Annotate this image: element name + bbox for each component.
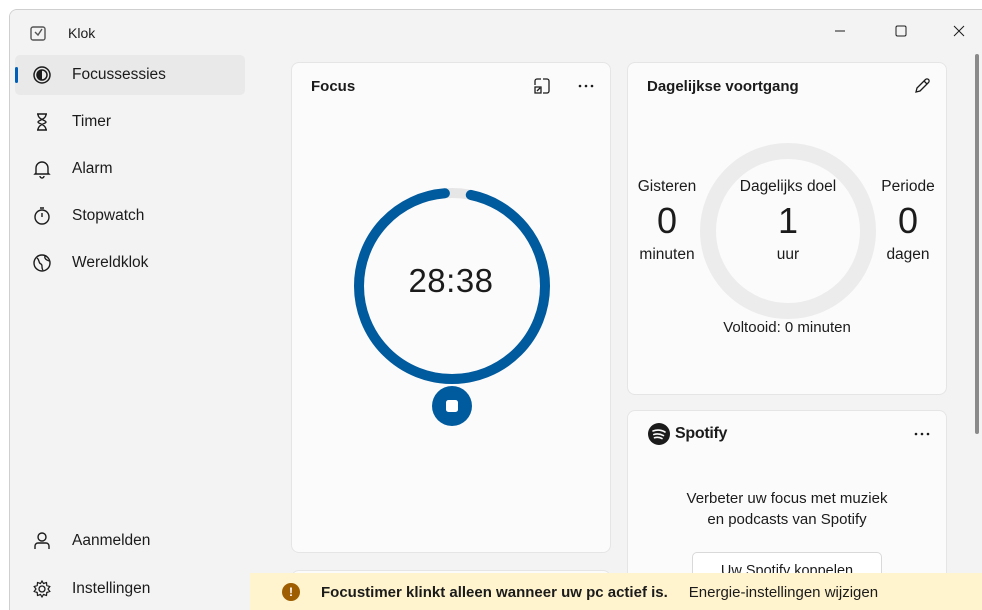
yesterday-stat: Gisteren 0 minuten [628,178,706,264]
person-icon [31,530,53,552]
app-title: Klok [68,25,96,41]
app-titlebar: Klok [28,22,95,44]
notice-bar: ! Focustimer klinkt alleen wanneer uw pc… [250,573,982,610]
sidebar-item-label: Timer [72,113,112,130]
streak-value: 0 [897,200,919,241]
sidebar-item-aanmelden[interactable]: Aanmelden [15,521,245,561]
spotify-message-line1: Verbeter uw focus met muziek [686,490,888,507]
streak-stat: Periode 0 dagen [873,178,943,264]
clock-window: Klok Focussessies Timer Alarm Stopwatch … [9,9,982,610]
streak-label: Periode [881,178,935,195]
sidebar-item-label: Wereldklok [72,254,149,271]
scrollbar-thumb[interactable] [975,54,979,434]
stopwatch-icon [31,205,53,227]
focus-card: Focus 28:38 [291,62,611,553]
spotify-more-button[interactable] [908,420,936,448]
focus-icon [31,64,53,86]
pencil-icon [915,78,930,93]
sidebar-item-label: Aanmelden [72,532,151,549]
focus-time: 28:38 [408,262,494,299]
stop-icon [446,400,458,412]
notice-text: Focustimer klinkt alleen wanneer uw pc a… [321,583,668,601]
more-icon [578,84,594,88]
minimize-button[interactable] [820,16,860,46]
sidebar-item-alarm[interactable]: Alarm [15,149,245,189]
daily-progress-card: Dagelijkse voortgang Gisteren 0 minuten … [627,62,947,395]
edit-goal-button[interactable] [908,72,936,100]
sidebar-item-label: Stopwatch [72,207,145,224]
close-icon [953,25,965,37]
spotify-message-line2: en podcasts van Spotify [707,511,867,528]
daily-goal-stat: Dagelijks doel 1 uur [718,178,858,264]
focus-card-title: Focus [311,78,356,95]
yesterday-value: 0 [656,200,678,241]
daily-goal-label: Dagelijks doel [739,178,837,195]
compact-view-icon [534,78,550,94]
spotify-logo: Spotify [647,422,727,446]
globe-icon [31,252,53,274]
sidebar-item-wereldklok[interactable]: Wereldklok [15,243,245,283]
sidebar-item-label: Alarm [72,160,113,177]
compact-view-button[interactable] [528,72,556,100]
completed-text: Voltooid: 0 minuten [723,319,851,336]
sidebar: Klok Focussessies Timer Alarm Stopwatch … [10,10,250,610]
yesterday-label: Gisteren [637,178,697,195]
spotify-icon [648,423,670,445]
sidebar-item-stopwatch[interactable]: Stopwatch [15,196,245,236]
more-icon [914,432,930,436]
stop-focus-button[interactable] [432,386,472,426]
gear-icon [31,578,53,600]
daily-goal-value: 1 [777,200,799,241]
sidebar-item-focussessies[interactable]: Focussessies [15,55,245,95]
daily-goal-unit: uur [776,246,800,263]
sidebar-item-label: Focussessies [72,66,166,83]
yesterday-unit: minuten [639,246,695,263]
sidebar-item-instellingen[interactable]: Instellingen [15,569,245,609]
bell-icon [31,158,53,180]
streak-unit: dagen [886,246,930,263]
minimize-icon [835,30,845,32]
focus-more-button[interactable] [572,72,600,100]
warning-icon: ! [282,583,300,601]
daily-progress-title: Dagelijkse voortgang [647,78,799,95]
sidebar-item-timer[interactable]: Timer [15,102,245,142]
sidebar-item-label: Instellingen [72,580,151,597]
active-indicator [15,67,18,83]
maximize-button[interactable] [881,16,921,46]
spotify-wordmark: Spotify [675,425,728,442]
maximize-icon [895,25,907,37]
clock-app-icon [28,23,48,43]
hourglass-icon [31,111,53,133]
main-content: Focus 28:38 Dagelijkse voortgang Gistere… [250,10,982,610]
energy-settings-link[interactable]: Energie-instellingen wijzigen [689,584,878,601]
close-button[interactable] [939,16,979,46]
